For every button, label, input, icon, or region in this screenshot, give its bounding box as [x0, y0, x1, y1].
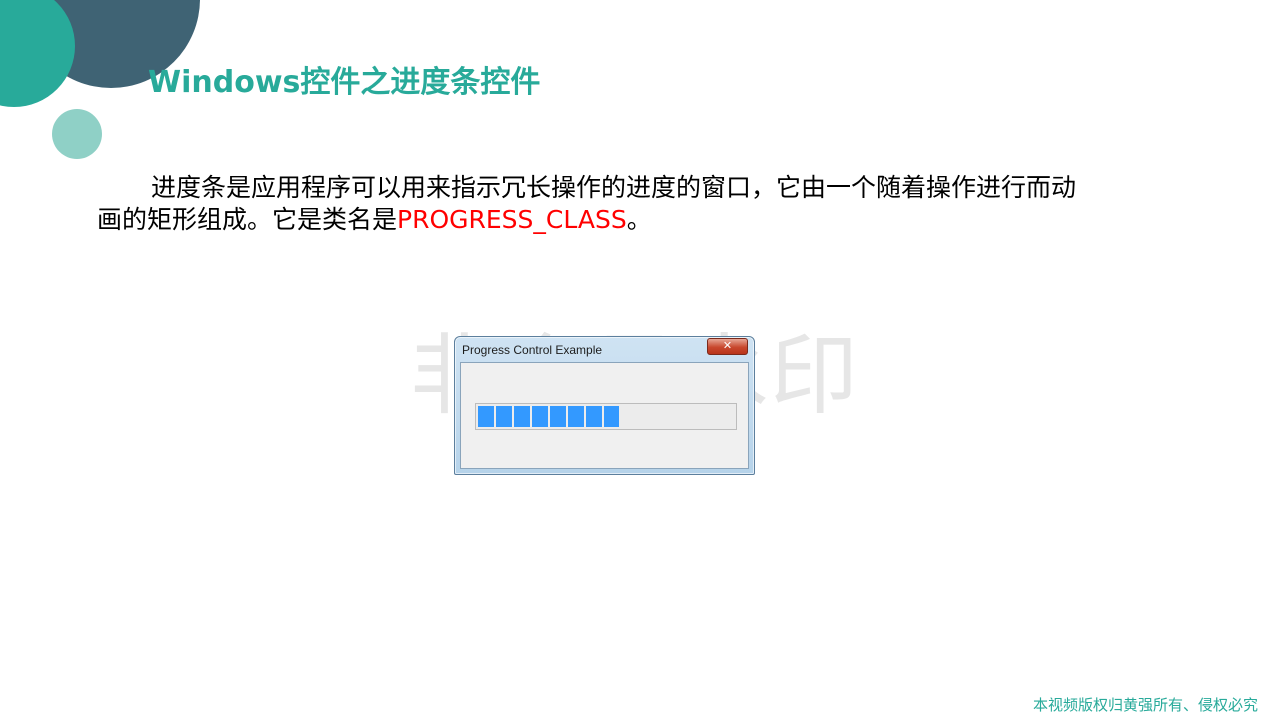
progress-dialog-window: Progress Control Example ✕	[454, 336, 755, 475]
dialog-client-area	[460, 362, 749, 469]
slide-title: Windows控件之进度条控件	[148, 65, 541, 100]
decorative-circle-light	[52, 109, 102, 159]
body-paragraph: 进度条是应用程序可以用来指示冗长操作的进度的窗口，它由一个随着操作进行而动画的矩…	[97, 172, 1097, 236]
copyright-footer: 本视频版权归黄强所有、侵权必究	[1032, 696, 1258, 714]
dialog-title: Progress Control Example	[462, 343, 603, 357]
body-end-punctuation: 。	[626, 205, 652, 234]
progress-bar	[475, 403, 737, 430]
class-name-highlight: PROGRESS_CLASS	[397, 205, 627, 234]
progress-bar-fill	[478, 406, 619, 427]
decorative-circle-teal	[0, 0, 75, 107]
close-button[interactable]: ✕	[707, 338, 748, 355]
